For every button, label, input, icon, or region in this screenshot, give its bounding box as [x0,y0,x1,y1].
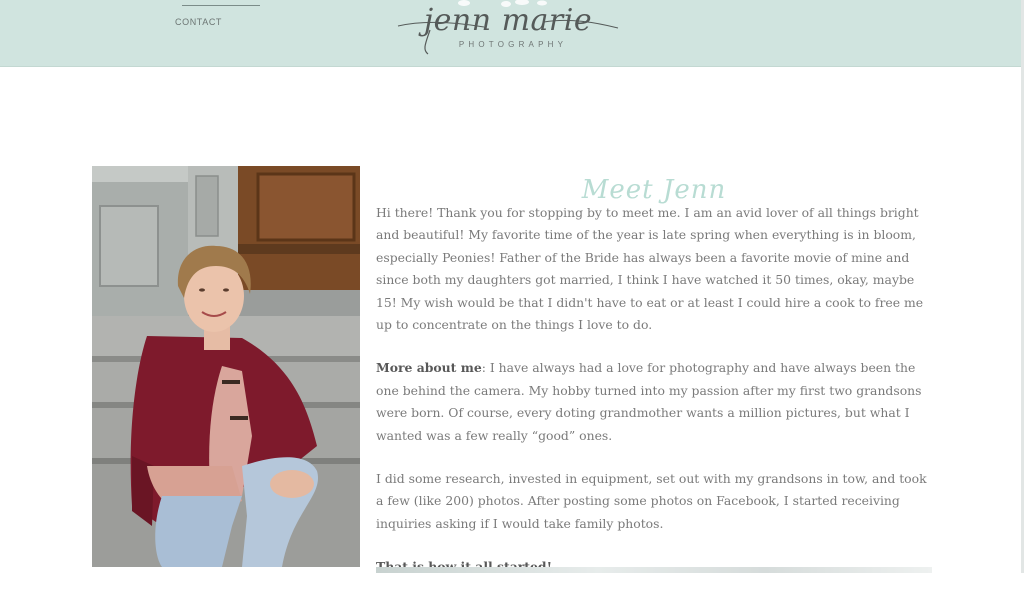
more-about-paragraph: More about me: I have always had a love … [376,357,936,447]
portrait-image [92,166,360,567]
about-content: Hi there! Thank you for stopping by to m… [376,202,936,600]
logo-script-text: jenn marie [423,3,593,38]
research-paragraph: I did some research, invested in equipme… [376,471,927,531]
intro-paragraph: Hi there! Thank you for stopping by to m… [376,205,924,333]
site-logo[interactable]: jenn marie PHOTOGRAPHY [394,0,622,62]
page-title: Meet Jenn [581,175,727,206]
logo-subtitle: PHOTOGRAPHY [458,40,568,49]
nav-contact-link[interactable]: CONTACT [175,17,222,27]
more-about-label: More about me [376,360,482,376]
site-header: CONTACT jenn marie PHOTOGRAPHY [0,0,1024,67]
next-image-preview [376,567,932,573]
nav-active-underline [182,5,260,6]
portrait-photo [92,166,360,567]
